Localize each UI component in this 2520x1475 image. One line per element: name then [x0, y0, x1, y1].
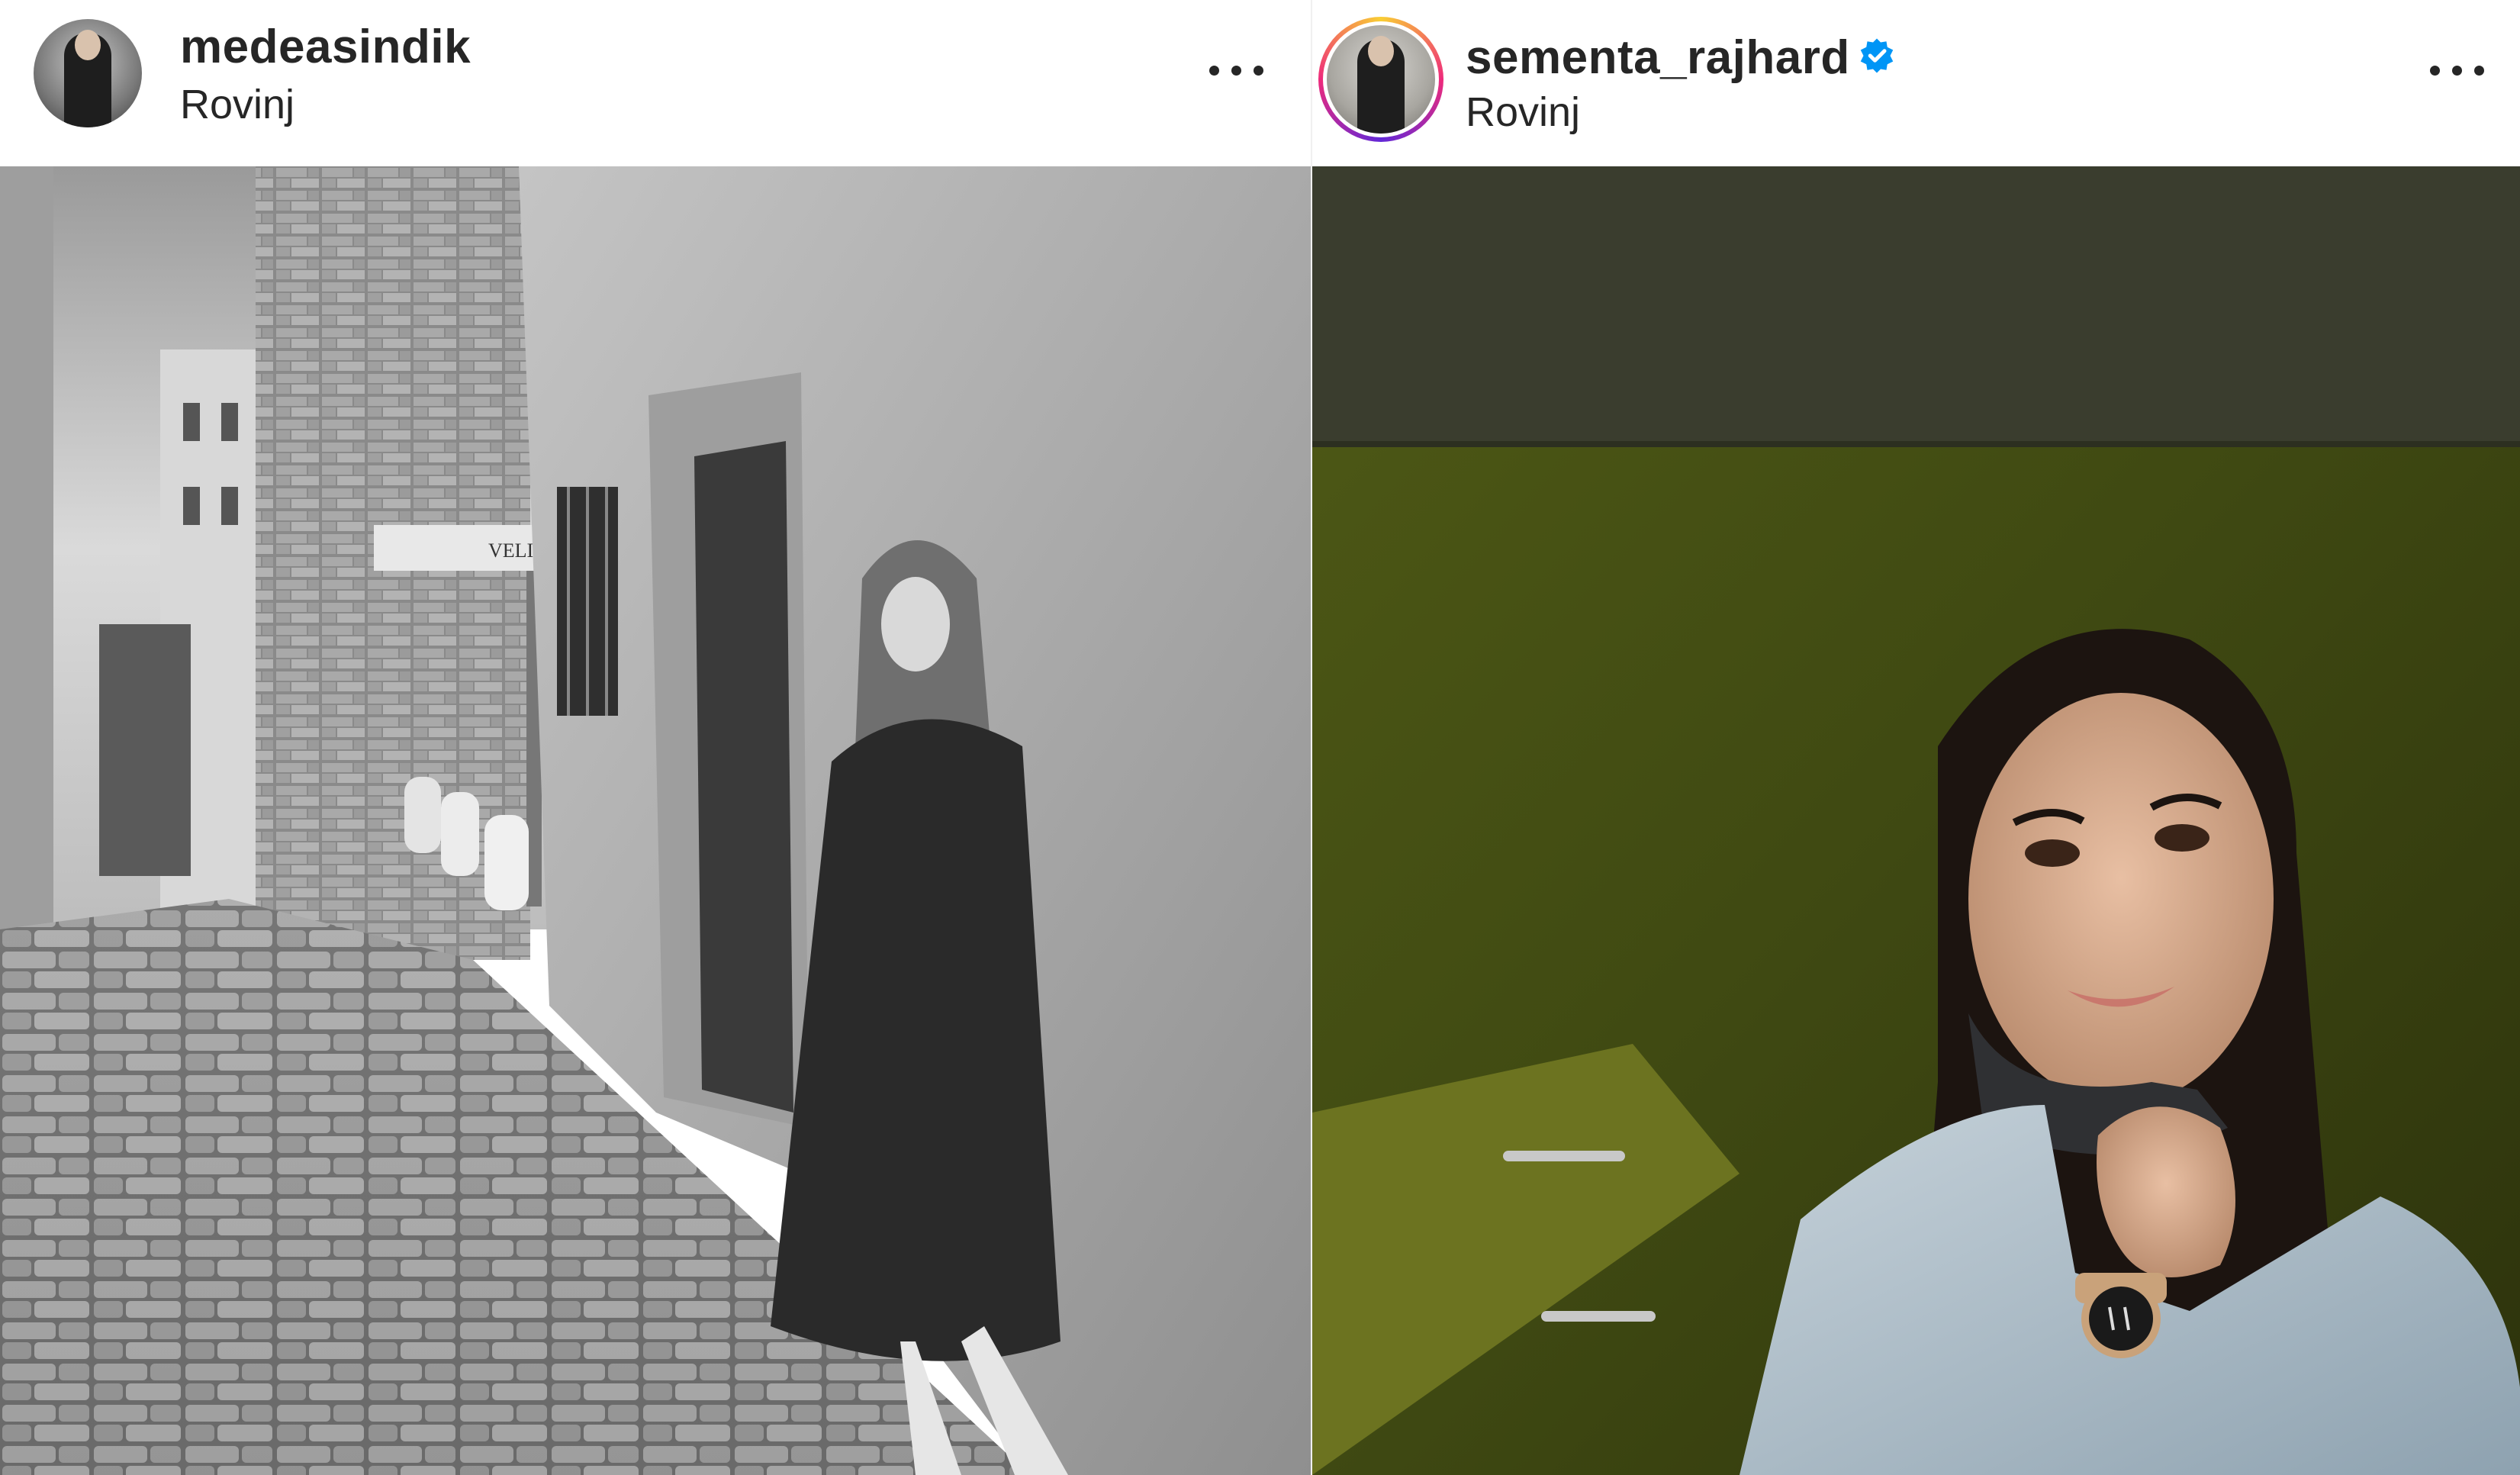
- location-link[interactable]: Rovinj: [1466, 89, 1580, 136]
- avatar[interactable]: [34, 19, 142, 127]
- post-photo[interactable]: [1312, 166, 2520, 1475]
- more-horizontal-icon: [2430, 66, 2440, 76]
- verified-badge-icon: [1860, 38, 1894, 73]
- username[interactable]: sementa_rajhard: [1466, 31, 1850, 85]
- location-link[interactable]: Rovinj: [180, 81, 294, 128]
- more-options-button[interactable]: [1209, 61, 1264, 79]
- post-sementa-rajhard: sementa_rajhard Rovinj: [1312, 0, 2520, 1475]
- more-horizontal-icon: [1209, 66, 1219, 76]
- post-header: medeasindik Rovinj: [0, 0, 1312, 166]
- username[interactable]: medeasindik: [180, 20, 471, 74]
- avatar[interactable]: [1327, 25, 1435, 134]
- more-options-button[interactable]: [2430, 61, 2485, 79]
- post-header: sementa_rajhard Rovinj: [1312, 0, 2520, 166]
- post-photo[interactable]: VELI: [0, 166, 1312, 1475]
- post-medeasindik: medeasindik Rovinj VELI: [0, 0, 1312, 1475]
- shop-sign-text: VELI: [488, 539, 533, 562]
